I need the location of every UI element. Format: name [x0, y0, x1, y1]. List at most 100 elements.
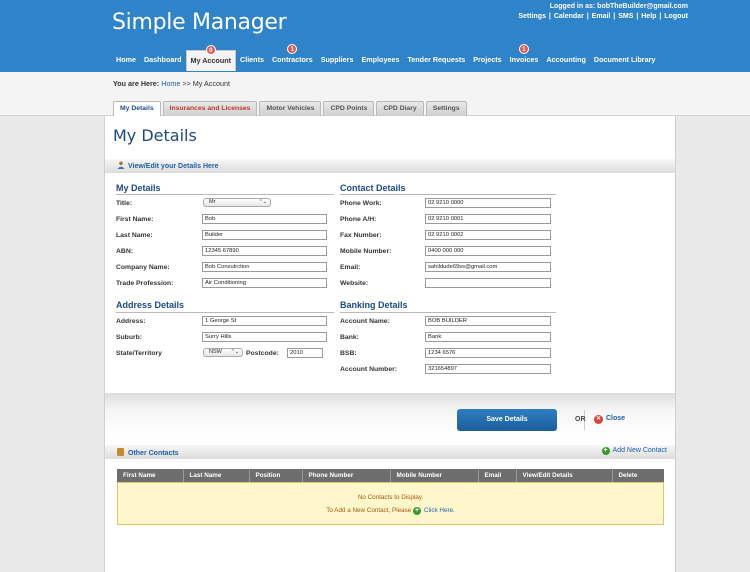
title-select[interactable]: Mr ⌃⌄	[203, 198, 271, 207]
column-header: Delete	[612, 469, 664, 482]
notification-badge: 1	[287, 44, 298, 54]
postcode-field[interactable]: 2010	[287, 348, 323, 358]
nav-label: Tender Requests	[407, 55, 466, 64]
user-links: Settings | Calendar | Email | SMS | Help…	[518, 13, 688, 20]
divider	[340, 194, 556, 195]
nav-home[interactable]: Home	[112, 50, 140, 70]
first-name-label: First Name:	[116, 216, 154, 223]
help-link[interactable]: Help	[641, 13, 656, 20]
bank-label: Bank:	[340, 334, 359, 341]
email-link[interactable]: Email	[592, 13, 611, 20]
column-header: Email	[478, 469, 517, 482]
nav-contractors[interactable]: Contractors 1	[268, 44, 317, 70]
mobile-number-label: Mobile Number:	[340, 248, 392, 255]
account-name-field[interactable]: BOB BUILDER	[425, 316, 551, 326]
tab-insurances-licenses[interactable]: Insurances and Licenses	[162, 101, 258, 116]
nav-my-account[interactable]: My Account 0	[185, 45, 236, 71]
phone-work-label: Phone Work:	[340, 200, 382, 207]
title-value: Mr	[209, 199, 216, 205]
contacts-table: First Name Last Name Position Phone Numb…	[117, 469, 664, 482]
nav-dashboard[interactable]: Dashboard	[140, 50, 186, 70]
breadcrumb-current: My Account	[192, 79, 230, 88]
settings-link[interactable]: Settings	[518, 13, 546, 20]
column-header: View/Edit Details	[516, 469, 613, 482]
breadcrumb: You are Here: Home >> My Account	[113, 79, 230, 88]
click-here-label: Click Here.	[424, 507, 455, 514]
state-select[interactable]: NSW ⌃⌄	[203, 348, 243, 357]
click-here-link[interactable]: + Click Here.	[413, 507, 455, 515]
company-name-field[interactable]: Bob Consutrction	[202, 262, 327, 272]
nav-label: Contractors	[271, 55, 313, 64]
bsb-field[interactable]: 1234 6576	[425, 348, 551, 358]
tab-cpd-diary[interactable]: CPD Diary	[376, 101, 424, 116]
nav-accounting[interactable]: Accounting	[542, 50, 590, 70]
abn-field[interactable]: 12345 67890	[202, 246, 327, 256]
mobile-number-field[interactable]: 0400 000 000	[425, 246, 551, 256]
tab-settings[interactable]: Settings	[425, 101, 467, 116]
form-actions: Save Details OR ✕ Close	[105, 393, 675, 435]
suburb-field[interactable]: Surry Hills	[202, 332, 327, 342]
close-icon: ✕	[594, 415, 603, 424]
suburb-label: Suburb:	[116, 334, 143, 341]
logout-link[interactable]: Logout	[664, 13, 688, 20]
banking-details-heading: Banking Details	[340, 300, 408, 310]
nav-projects[interactable]: Projects	[469, 50, 505, 70]
phone-work-field[interactable]: 02 9210 0000	[425, 198, 551, 208]
add-new-contact-link[interactable]: + Add New Contact	[601, 447, 667, 455]
nav-tender-requests[interactable]: Tender Requests	[403, 50, 469, 70]
tab-cpd-points[interactable]: CPD Points	[323, 101, 375, 116]
tab-motor-vehicles[interactable]: Motor Vehicles	[259, 101, 322, 116]
nav-clients[interactable]: Clients	[236, 50, 268, 70]
website-field[interactable]	[425, 278, 551, 288]
last-name-label: Last Name:	[116, 232, 153, 239]
nav-suppliers[interactable]: Suppliers	[317, 50, 358, 70]
edit-details-bar: View/Edit your Details Here	[105, 159, 675, 173]
trade-profession-label: Trade Profession:	[116, 280, 174, 287]
nav-label: Employees	[361, 55, 400, 64]
column-header: Last Name	[183, 469, 250, 482]
save-details-button[interactable]: Save Details	[457, 409, 557, 431]
address-field[interactable]: 1 George St	[202, 316, 327, 326]
calendar-link[interactable]: Calendar	[554, 13, 584, 20]
nav-label: My Account	[190, 56, 231, 65]
breadcrumb-home-link[interactable]: Home	[161, 79, 180, 88]
app-title: Simple Manager	[112, 10, 287, 35]
close-label: Close	[606, 415, 626, 422]
add-new-contact-label: Add New Contact	[612, 447, 667, 454]
column-header: Position	[249, 469, 303, 482]
fax-number-label: Fax Number:	[340, 232, 382, 239]
last-name-field[interactable]: Builder	[202, 230, 327, 240]
nav-label: Projects	[473, 55, 502, 64]
divider	[340, 312, 556, 313]
nav-employees[interactable]: Employees	[357, 50, 403, 70]
edit-details-label: View/Edit your Details Here	[128, 163, 219, 170]
first-name-field[interactable]: Bob	[202, 214, 327, 224]
company-name-label: Company Name:	[116, 264, 170, 271]
email-field[interactable]: sahildude69ss@gmail.com	[425, 262, 551, 272]
address-details-heading: Address Details	[116, 300, 185, 310]
login-info: Logged in as: bobTheBuilder@gmail.com Se…	[518, 2, 688, 22]
tab-my-details[interactable]: My Details	[113, 101, 161, 116]
nav-document-library[interactable]: Document Library	[590, 50, 660, 70]
sms-link[interactable]: SMS	[618, 13, 633, 20]
fax-number-field[interactable]: 02 9210 0002	[425, 230, 551, 240]
other-contacts-label: Other Contacts	[128, 450, 179, 457]
contact-details-heading: Contact Details	[340, 183, 406, 193]
nav-label: Clients	[240, 55, 264, 64]
trade-profession-field[interactable]: Air Conditioning	[202, 278, 327, 288]
phone-ah-field[interactable]: 02 9210 0001	[425, 214, 551, 224]
phone-ah-label: Phone A/H:	[340, 216, 377, 223]
edit-details-link[interactable]: View/Edit your Details Here	[117, 161, 219, 170]
account-number-field[interactable]: 321654897	[425, 364, 551, 374]
column-header: Mobile Number	[390, 469, 479, 482]
empty-contacts-message: No Contacts to Display. To Add a New Con…	[117, 482, 664, 525]
nav-label: Suppliers	[320, 55, 354, 64]
plus-icon: +	[413, 507, 421, 515]
nav-invoices[interactable]: Invoices 1	[506, 44, 543, 70]
abn-label: ABN:	[116, 248, 133, 255]
add-contact-prompt: To Add a New Contact, Please + Click Here…	[118, 507, 663, 515]
close-button[interactable]: ✕ Close	[594, 415, 625, 424]
column-header: First Name	[117, 469, 184, 482]
add-contact-prompt-text: To Add a New Contact, Please	[326, 507, 412, 514]
bank-field[interactable]: Bank	[425, 332, 551, 342]
